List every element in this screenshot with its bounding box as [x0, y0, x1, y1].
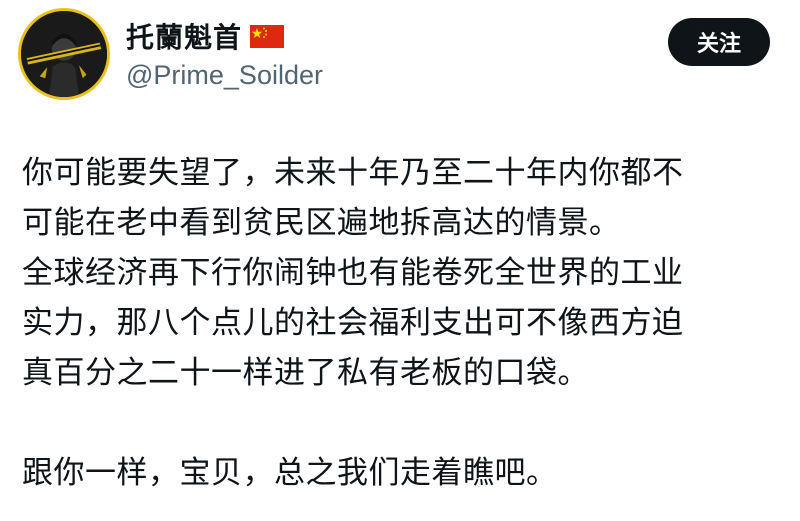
post-line: 全球经济再下行你闹钟也有能卷死全世界的工业 — [22, 255, 684, 291]
author-name-row: 托蘭魁首 — [126, 16, 285, 56]
post-line: 实力，那八个点儿的社会福利支出可不像西方迫 — [22, 305, 684, 341]
user-handle[interactable]: @Prime_Soilder — [126, 60, 323, 91]
avatar[interactable] — [18, 8, 110, 100]
post-text: 你可能要失望了，未来十年乃至二十年内你都不 可能在老中看到贫民区遍地拆高达的情景… — [22, 148, 782, 498]
avatar-icon — [21, 11, 107, 97]
display-name[interactable]: 托蘭魁首 — [126, 16, 242, 56]
post-header: 托蘭魁首 @Prime_Soilder 关注 — [18, 8, 778, 108]
post-line: 真百分之二十一样进了私有老板的口袋。 — [22, 355, 589, 391]
post-line: 你可能要失望了，未来十年乃至二十年内你都不 — [22, 155, 684, 191]
china-flag-icon — [250, 24, 285, 48]
post-line: 跟你一样，宝贝，总之我们走着瞧吧。 — [22, 455, 558, 491]
post-line: 可能在老中看到贫民区遍地拆高达的情景。 — [22, 205, 621, 241]
follow-button[interactable]: 关注 — [668, 18, 770, 66]
